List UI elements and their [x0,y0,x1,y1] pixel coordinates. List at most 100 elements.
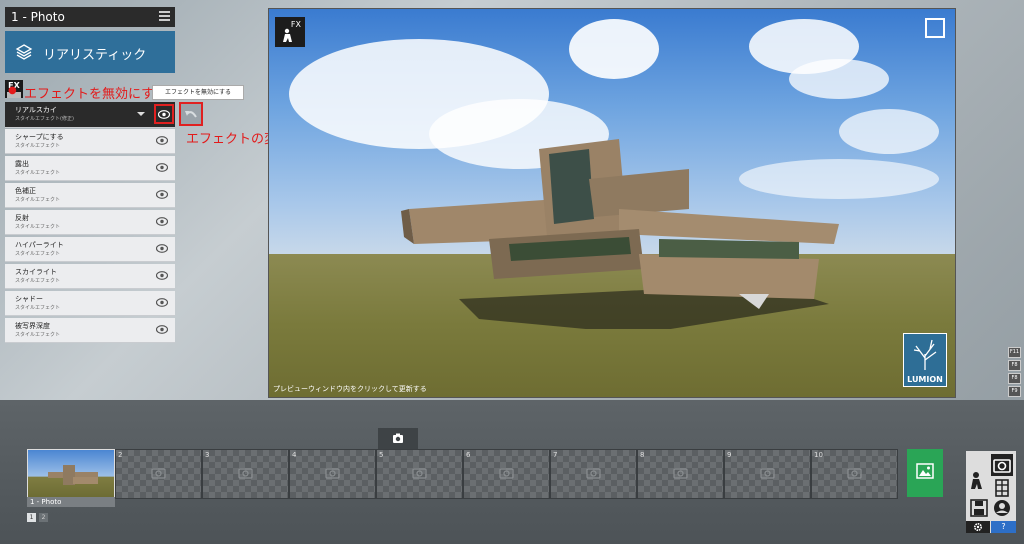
eye-icon[interactable] [156,190,168,199]
help-button[interactable]: ? [991,521,1016,533]
eye-icon[interactable] [156,244,168,253]
effect-item-color-correction[interactable]: 色補正 スタイルエフェクト [5,183,175,208]
camera-icon [847,468,862,479]
slot-number: 3 [205,451,210,459]
construction-icon [971,472,982,489]
photo-slot-6[interactable]: 6 [463,449,550,499]
revert-effect-button[interactable] [179,102,203,126]
disable-effect-button[interactable] [154,104,174,124]
effect-sub: スタイルエフェクト [15,170,61,176]
side-button-4[interactable]: F9 [1008,386,1021,397]
save-icon [970,499,988,517]
effect-item-depth-of-field[interactable]: 被写界深度 スタイルエフェクト [5,318,175,343]
page-button-2[interactable]: 2 [39,513,48,522]
photo-slot-label-text: 1 - Photo [30,498,62,506]
movie-mode-button[interactable] [991,477,1013,499]
side-button-2[interactable]: F8 [1008,360,1021,371]
photo-slot-1[interactable] [27,449,115,499]
effect-name: ハイパーライト [15,241,64,249]
eye-icon[interactable] [156,271,168,280]
preview-viewport[interactable]: FX プレビューウィンドウ内をクリックして更新する LUMION [268,8,956,398]
tools-footer: ? [966,521,1016,533]
side-button-1[interactable]: F11 [1008,347,1021,358]
effect-item-reflection[interactable]: 反射 スタイルエフェクト [5,210,175,235]
annotation-disable-effect: エフェクトを無効にする [24,87,168,102]
style-preset-label: リアリスティック [43,48,147,63]
effect-name: 露出 [15,160,29,168]
annotation-marker: ● [8,85,17,96]
photo-slot-2[interactable]: 2 [115,449,202,499]
panel-title: 1 - Photo [11,10,65,24]
eye-icon[interactable] [156,136,168,145]
slot-number: 6 [466,451,471,459]
camera-icon [586,468,601,479]
effect-item-shadow[interactable]: シャドー スタイルエフェクト [5,291,175,316]
eye-icon[interactable] [156,325,168,334]
building-thumbnail [48,465,98,485]
photo-slot-3[interactable]: 3 [202,449,289,499]
style-preset-button[interactable]: リアリスティック [5,31,175,73]
photo-slot-10[interactable]: 10 [811,449,898,499]
effect-name: シャドー [15,295,43,303]
camera-icon [393,433,403,443]
eye-icon[interactable] [156,217,168,226]
panorama-icon [994,500,1010,516]
tree-logo-icon [913,339,937,370]
slot-number: 5 [379,451,384,459]
photo-slot-4[interactable]: 4 [289,449,376,499]
photo-slot-9[interactable]: 9 [724,449,811,499]
slot-number: 9 [727,451,732,459]
camera-icon [673,468,688,479]
undo-icon [185,111,197,118]
build-mode-button[interactable] [968,469,990,491]
photo-slot-8[interactable]: 8 [637,449,724,499]
photo-slot-7[interactable]: 7 [550,449,637,499]
effect-item-hyperlight[interactable]: ハイパーライト スタイルエフェクト [5,237,175,262]
effect-item-exposure[interactable]: 露出 スタイルエフェクト [5,156,175,181]
effect-sub: スタイルエフェクト [15,143,61,149]
effect-sub: スタイルエフェクト [15,305,61,311]
camera-icon [993,459,1011,473]
take-photo-tab[interactable] [378,428,418,450]
style-icon [15,44,33,60]
photo-slot-label: 1 - Photo [27,497,115,507]
viewport-fx-button[interactable]: FX [275,17,305,47]
effect-name: リアルスカイ [15,106,57,114]
photo-slot-5[interactable]: 5 [376,449,463,499]
tooltip: エフェクトを無効にする [152,85,244,100]
camera-icon [412,468,427,479]
effect-name: シャープにする [15,133,64,141]
save-button[interactable] [968,497,990,519]
menu-icon[interactable] [159,11,170,22]
slot-number: 2 [118,451,123,459]
panorama-mode-button[interactable] [991,497,1013,519]
effect-name: 被写界深度 [15,322,50,330]
effect-item-realsky[interactable]: リアルスカイ スタイルエフェクト(修正) [5,102,175,128]
slot-number: 4 [292,451,297,459]
film-icon [995,479,1009,497]
lumion-logo-text: LUMION [907,375,943,384]
eye-icon [158,110,170,119]
effect-sub: スタイルエフェクト [15,197,61,203]
eye-icon[interactable] [156,298,168,307]
effect-sub: スタイルエフェクト [15,251,61,257]
render-photo-button[interactable] [907,449,943,497]
camera-icon [499,468,514,479]
viewport-hint: プレビューウィンドウ内をクリックして更新する [273,385,427,393]
effect-item-skylight[interactable]: スカイライト スタイルエフェクト [5,264,175,289]
slot-number: 8 [640,451,645,459]
effect-item-sharpen[interactable]: シャープにする スタイルエフェクト [5,129,175,154]
slot-number: 10 [814,451,823,459]
settings-button[interactable] [966,521,990,533]
camera-icon [325,468,340,479]
building-render [401,139,839,329]
effect-sub: スタイルエフェクト [15,332,61,338]
fullscreen-icon[interactable] [925,18,945,38]
expand-caret-icon[interactable] [137,112,145,116]
eye-icon[interactable] [156,163,168,172]
side-button-3[interactable]: F8 [1008,373,1021,384]
page-button-1[interactable]: 1 [27,513,36,522]
photo-mode-button[interactable] [991,454,1013,476]
effect-name: 色補正 [15,187,36,195]
effect-sub: スタイルエフェクト [15,278,61,284]
